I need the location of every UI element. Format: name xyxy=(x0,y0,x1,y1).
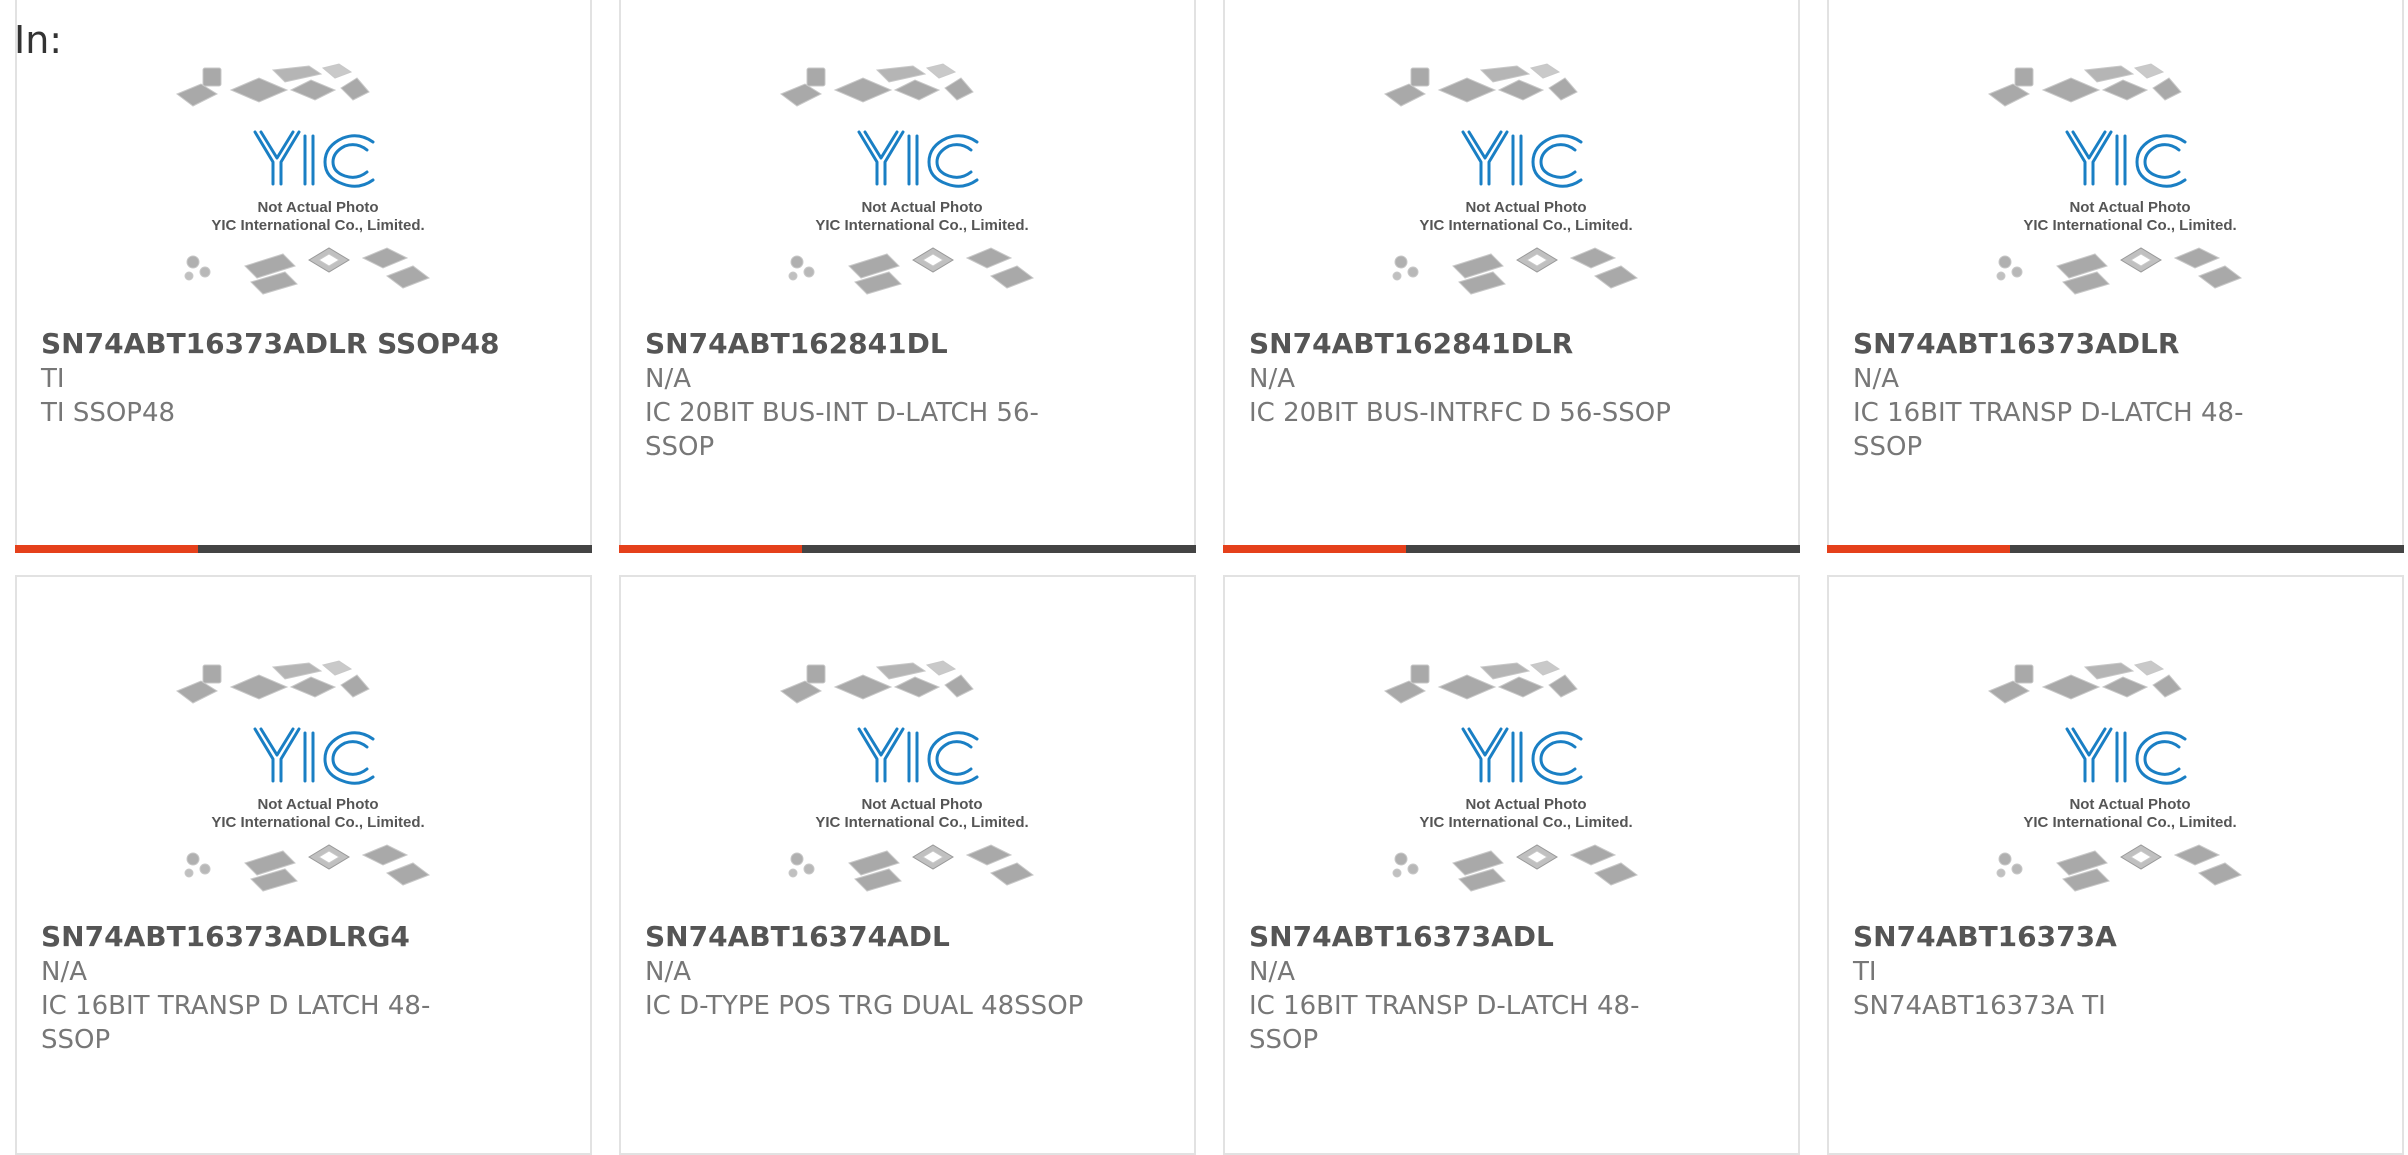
caption-line2: YIC International Co., Limited. xyxy=(815,217,1028,234)
placeholder-image: Not Actual Photo YIC International Co., … xyxy=(1988,660,2243,892)
part-number[interactable]: SN74ABT16373ADLRG4 xyxy=(41,919,410,955)
caption-line1: Not Actual Photo xyxy=(2069,796,2190,813)
description: TI SSOP48 xyxy=(41,398,176,428)
manufacturer: N/A xyxy=(1249,957,1295,987)
description: IC 16BIT TRANSP D-LATCH 48-SSOP xyxy=(1853,398,2244,462)
product-card[interactable]: Not Actual Photo YIC International Co., … xyxy=(1827,575,2404,1155)
card-footer-bar xyxy=(619,545,1196,553)
filter-label: In: xyxy=(14,18,63,62)
card-footer-bar xyxy=(1827,545,2404,553)
product-thumbnail[interactable]: Not Actual Photo YIC International Co., … xyxy=(173,659,463,909)
product-thumbnail[interactable]: Not Actual Photo YIC International Co., … xyxy=(777,62,1067,312)
manufacturer: TI xyxy=(1853,957,1877,987)
manufacturer: N/A xyxy=(1249,364,1295,394)
part-number[interactable]: SN74ABT16373ADLR SSOP48 xyxy=(41,326,500,362)
caption-line1: Not Actual Photo xyxy=(861,199,982,216)
product-thumbnail[interactable]: Not Actual Photo YIC International Co., … xyxy=(173,62,463,312)
placeholder-image: Not Actual Photo YIC International Co., … xyxy=(1988,63,2243,295)
part-number[interactable]: SN74ABT16373ADLR xyxy=(1853,326,2179,362)
card-accent xyxy=(15,545,198,553)
caption-line2: YIC International Co., Limited. xyxy=(2023,217,2236,234)
caption-line1: Not Actual Photo xyxy=(861,796,982,813)
description: SN74ABT16373A TI xyxy=(1853,991,2106,1021)
caption-line2: YIC International Co., Limited. xyxy=(2023,814,2236,831)
placeholder-image: Not Actual Photo YIC International Co., … xyxy=(1384,63,1639,295)
product-card[interactable]: Not Actual Photo YIC International Co., … xyxy=(1827,0,2404,553)
placeholder-image: Not Actual Photo YIC International Co., … xyxy=(176,660,431,892)
description: IC 20BIT BUS-INT D-LATCH 56-SSOP xyxy=(645,398,1039,462)
card-accent xyxy=(1223,545,1406,553)
product-thumbnail[interactable]: Not Actual Photo YIC International Co., … xyxy=(1381,659,1671,909)
description: IC 20BIT BUS-INTRFC D 56-SSOP xyxy=(1249,398,1671,428)
caption-line1: Not Actual Photo xyxy=(257,796,378,813)
caption-line2: YIC International Co., Limited. xyxy=(1419,814,1632,831)
caption-line1: Not Actual Photo xyxy=(257,199,378,216)
product-card[interactable]: Not Actual Photo YIC International Co., … xyxy=(15,575,592,1155)
placeholder-image: Not Actual Photo YIC International Co., … xyxy=(780,660,1035,892)
part-number[interactable]: SN74ABT16373ADL xyxy=(1249,919,1554,955)
card-accent xyxy=(619,545,802,553)
manufacturer: N/A xyxy=(41,957,87,987)
part-number[interactable]: SN74ABT162841DL xyxy=(645,326,948,362)
caption-line1: Not Actual Photo xyxy=(2069,199,2190,216)
product-card[interactable]: Not Actual Photo YIC International Co., … xyxy=(619,0,1196,553)
product-grid: Not Actual Photo YIC International Co., … xyxy=(0,0,2408,1155)
manufacturer: N/A xyxy=(1853,364,1899,394)
manufacturer: N/A xyxy=(645,957,691,987)
product-thumbnail[interactable]: Not Actual Photo YIC International Co., … xyxy=(1985,659,2275,909)
placeholder-image: Not Actual Photo YIC International Co., … xyxy=(780,63,1035,295)
product-card[interactable]: Not Actual Photo YIC International Co., … xyxy=(1223,0,1800,553)
part-number[interactable]: SN74ABT16373A xyxy=(1853,919,2117,955)
description: IC D-TYPE POS TRG DUAL 48SSOP xyxy=(645,991,1084,1021)
card-footer-bar xyxy=(1223,545,1800,553)
part-number[interactable]: SN74ABT16374ADL xyxy=(645,919,950,955)
caption-line2: YIC International Co., Limited. xyxy=(815,814,1028,831)
manufacturer: TI xyxy=(41,364,65,394)
caption-line2: YIC International Co., Limited. xyxy=(211,217,424,234)
product-thumbnail[interactable]: Not Actual Photo YIC International Co., … xyxy=(1381,62,1671,312)
placeholder-image: Not Actual Photo YIC International Co., … xyxy=(1384,660,1639,892)
caption-line2: YIC International Co., Limited. xyxy=(211,814,424,831)
caption-line1: Not Actual Photo xyxy=(1465,796,1586,813)
product-card[interactable]: Not Actual Photo YIC International Co., … xyxy=(619,575,1196,1155)
card-footer-bar xyxy=(15,545,592,553)
product-card[interactable]: Not Actual Photo YIC International Co., … xyxy=(15,0,592,553)
caption-line2: YIC International Co., Limited. xyxy=(1419,217,1632,234)
part-number[interactable]: SN74ABT162841DLR xyxy=(1249,326,1573,362)
card-accent xyxy=(1827,545,2010,553)
manufacturer: N/A xyxy=(645,364,691,394)
description: IC 16BIT TRANSP D-LATCH 48-SSOP xyxy=(1249,991,1640,1055)
product-card[interactable]: Not Actual Photo YIC International Co., … xyxy=(1223,575,1800,1155)
caption-line1: Not Actual Photo xyxy=(1465,199,1586,216)
description: IC 16BIT TRANSP D LATCH 48-SSOP xyxy=(41,991,431,1055)
product-thumbnail[interactable]: Not Actual Photo YIC International Co., … xyxy=(1985,62,2275,312)
placeholder-image: Not Actual Photo YIC International Co., … xyxy=(176,63,431,295)
product-thumbnail[interactable]: Not Actual Photo YIC International Co., … xyxy=(777,659,1067,909)
